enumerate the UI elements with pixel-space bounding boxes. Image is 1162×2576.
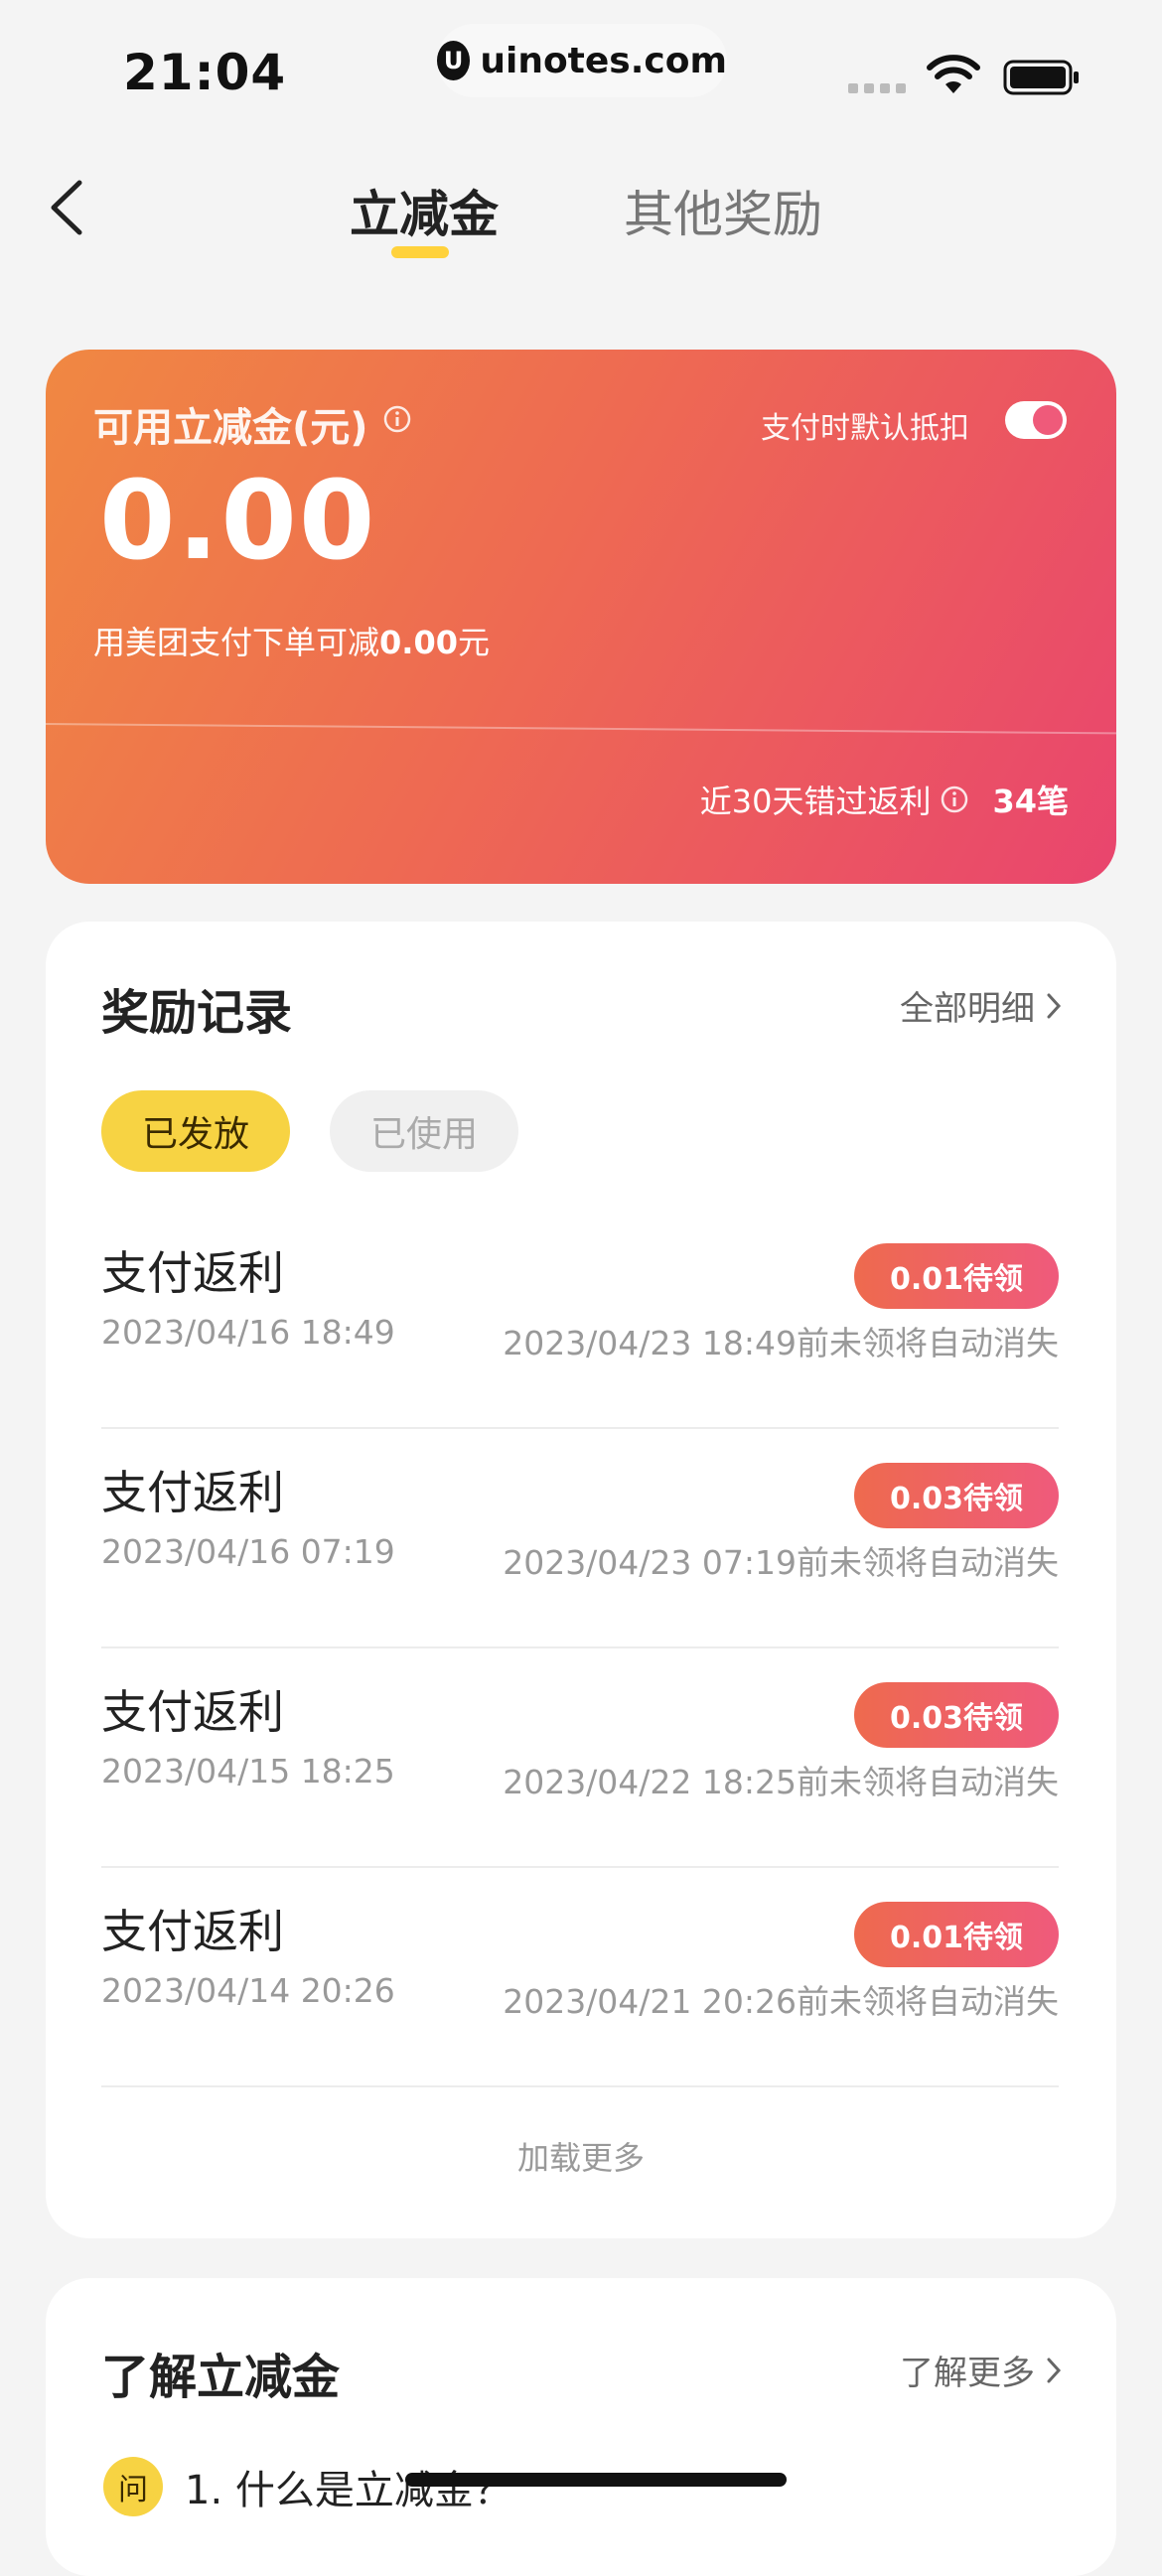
record-time: 2023/04/16 07:19 xyxy=(101,1532,395,1571)
back-arrow-icon[interactable] xyxy=(44,175,89,240)
divider xyxy=(46,723,1116,735)
chevron-right-icon xyxy=(1047,993,1062,1018)
battery-icon xyxy=(1003,60,1079,95)
record-expire: 2023/04/21 20:26前未领将自动消失 xyxy=(503,1982,1059,2021)
balance-note: 用美团支付下单可减0.00元 xyxy=(93,624,490,661)
record-name: 支付返利 xyxy=(101,1685,284,1739)
record-time: 2023/04/15 18:25 xyxy=(101,1752,395,1790)
record-name: 支付返利 xyxy=(101,1466,284,1519)
record-item[interactable]: 支付返利 2023/04/15 18:25 0.03待领 2023/04/22 … xyxy=(101,1648,1059,1868)
record-name: 支付返利 xyxy=(101,1246,284,1300)
url-text: uinotes.com xyxy=(480,40,727,81)
url-pill[interactable]: U uinotes.com xyxy=(437,24,727,97)
learn-more-link[interactable]: 了解更多 xyxy=(900,2346,1063,2394)
record-time: 2023/04/14 20:26 xyxy=(101,1971,395,2010)
balance-amount: 0.00 xyxy=(99,457,377,584)
learn-title: 了解立减金 xyxy=(101,2350,341,2405)
faq-question: 1. 什么是立减金？ xyxy=(185,2468,513,2513)
signal-icon xyxy=(848,83,906,93)
claim-badge[interactable]: 0.01待领 xyxy=(853,1243,1059,1309)
record-expire: 2023/04/22 18:25前未领将自动消失 xyxy=(503,1763,1059,1801)
balance-card: 可用立减金(元) 支付时默认抵扣 0.00 用美团支付下单可减0.00元 近30… xyxy=(46,350,1116,884)
filter-used[interactable]: 已使用 xyxy=(330,1090,518,1172)
learn-card: 了解立减金 了解更多 问 1. 什么是立减金？ xyxy=(46,2278,1116,2576)
claim-badge[interactable]: 0.03待领 xyxy=(853,1463,1059,1528)
record-item[interactable]: 支付返利 2023/04/16 07:19 0.03待领 2023/04/23 … xyxy=(101,1429,1059,1648)
faq-item[interactable]: 问 1. 什么是立减金？ xyxy=(103,2457,513,2516)
tab-active-indicator xyxy=(391,246,449,258)
tab-other-rewards[interactable]: 其他奖励 xyxy=(624,175,822,246)
divider xyxy=(101,2085,1059,2087)
site-logo-icon: U xyxy=(437,41,471,80)
reward-records-card: 奖励记录 全部明细 已发放 已使用 支付返利 2023/04/16 18:49 … xyxy=(46,922,1116,2238)
chevron-right-icon xyxy=(1047,2358,1062,2382)
all-details-link[interactable]: 全部明细 xyxy=(900,981,1063,1030)
filter-issued[interactable]: 已发放 xyxy=(101,1090,290,1172)
missed-rebates[interactable]: 近30天错过返利 34笔 xyxy=(700,777,1069,822)
record-name: 支付返利 xyxy=(101,1905,284,1958)
record-expire: 2023/04/23 07:19前未领将自动消失 xyxy=(503,1543,1059,1582)
claim-badge[interactable]: 0.01待领 xyxy=(853,1902,1059,1967)
missed-rebates-count: 34笔 xyxy=(992,783,1069,820)
record-expire: 2023/04/23 18:49前未领将自动消失 xyxy=(503,1324,1059,1362)
load-more-button[interactable]: 加载更多 xyxy=(46,2133,1116,2179)
tab-reduction-credit[interactable]: 立减金 xyxy=(350,175,499,246)
record-item[interactable]: 支付返利 2023/04/16 18:49 0.01待领 2023/04/23 … xyxy=(101,1210,1059,1429)
claim-badge[interactable]: 0.03待领 xyxy=(853,1682,1059,1748)
question-badge-icon: 问 xyxy=(103,2457,163,2516)
record-time: 2023/04/16 18:49 xyxy=(101,1313,395,1352)
info-icon[interactable] xyxy=(941,786,968,813)
status-time: 21:04 xyxy=(123,44,287,101)
auto-deduct-toggle[interactable] xyxy=(1005,401,1067,439)
records-title: 奖励记录 xyxy=(101,985,293,1041)
info-icon[interactable] xyxy=(383,405,411,433)
auto-deduct-label: 支付时默认抵扣 xyxy=(761,411,969,446)
record-item[interactable]: 支付返利 2023/04/14 20:26 0.01待领 2023/04/21 … xyxy=(101,1868,1059,2087)
missed-rebates-label: 近30天错过返利 xyxy=(699,783,932,820)
balance-title: 可用立减金(元) xyxy=(93,405,368,451)
wifi-icon xyxy=(927,55,980,93)
home-indicator xyxy=(405,2473,787,2487)
